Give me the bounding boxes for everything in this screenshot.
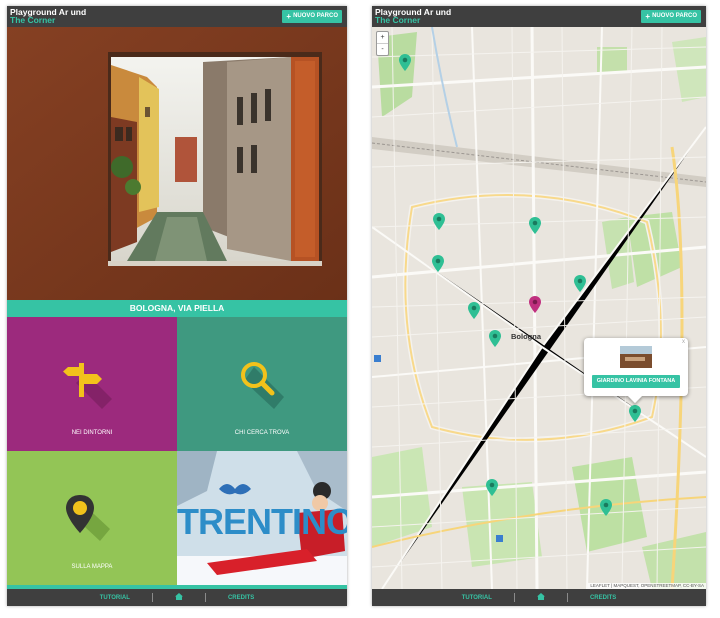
tile-nearby[interactable]: NEI DINTORNI [7,317,177,451]
credits-link[interactable]: CREDITS [228,595,254,601]
magnifier-icon [232,359,292,414]
nav-divider [151,593,153,602]
new-park-label: NUOVO PARCO [293,13,338,19]
nav-divider [566,593,568,602]
tile-map[interactable]: SULLA MAPPA [7,451,177,585]
park-pin[interactable] [489,330,501,347]
nav-divider [204,593,206,602]
tile-search-label: CHI CERCA TROVA [234,430,290,436]
tutorial-link[interactable]: TUTORIAL [462,595,492,601]
trentino-ad-banner[interactable]: TRENTINO [177,451,347,585]
bottom-nav: TUTORIAL CREDITS [7,589,347,606]
park-pin[interactable] [399,54,411,71]
new-park-button[interactable]: + NUOVO PARCO [641,10,701,23]
tutorial-link[interactable]: TUTORIAL [100,595,130,601]
map-screen: Playground Ar und The Corner + NUOVO PAR… [372,6,706,606]
nav-divider [513,593,515,602]
signpost-icon [62,359,122,414]
park-pin[interactable] [486,479,498,496]
trentino-ad-text: TRENTINO [177,501,347,542]
hero-photo [7,27,347,300]
plus-icon: + [645,11,651,21]
home-icon[interactable] [536,593,545,602]
park-detail-button[interactable]: GIARDINO LAVINIA FONTANA [592,375,680,388]
app-logo[interactable]: Playground Ar und The Corner [375,8,451,25]
park-pin[interactable] [433,213,445,230]
zoom-in-button[interactable]: + [377,32,388,43]
zoom-control: + - [376,31,389,56]
new-park-button[interactable]: + NUOVO PARCO [282,10,342,23]
park-popup: x GIARDINO LAVINIA FONTANA [584,338,688,404]
tile-nearby-label: NEI DINTORNI [71,430,113,436]
park-pin[interactable] [629,405,641,422]
home-icon[interactable] [174,593,183,602]
selected-park-pin[interactable] [529,296,541,313]
logo-line-2: The Corner [10,15,56,25]
park-pin[interactable] [468,302,480,319]
popup-close-icon[interactable]: x [682,339,685,345]
top-bar: Playground Ar und The Corner + NUOVO PAR… [372,6,706,27]
park-pin[interactable] [600,499,612,516]
park-pin[interactable] [529,217,541,234]
logo-line-2: The Corner [375,15,421,25]
tile-search[interactable]: CHI CERCA TROVA [177,317,347,451]
new-park-label: NUOVO PARCO [652,13,697,19]
park-pin[interactable] [432,255,444,272]
home-screen: Playground Ar und The Corner + NUOVO PAR… [7,6,347,606]
top-bar: Playground Ar und The Corner + NUOVO PAR… [7,6,347,27]
app-logo[interactable]: Playground Ar und The Corner [10,8,86,25]
credits-link[interactable]: CREDITS [590,595,616,601]
location-caption: BOLOGNA, VIA PIELLA [7,300,347,317]
park-pin[interactable] [574,275,586,292]
park-thumbnail [620,346,652,368]
tile-map-label: SULLA MAPPA [71,564,113,570]
plus-icon: + [286,11,292,21]
city-label: Bologna [511,332,541,341]
map-pin-icon [62,493,122,548]
bottom-nav: TUTORIAL CREDITS [372,589,706,606]
map-view[interactable]: + - Bologna x GIARDINO LAVINIA FONTANA L… [372,27,706,589]
zoom-out-button[interactable]: - [377,43,388,55]
